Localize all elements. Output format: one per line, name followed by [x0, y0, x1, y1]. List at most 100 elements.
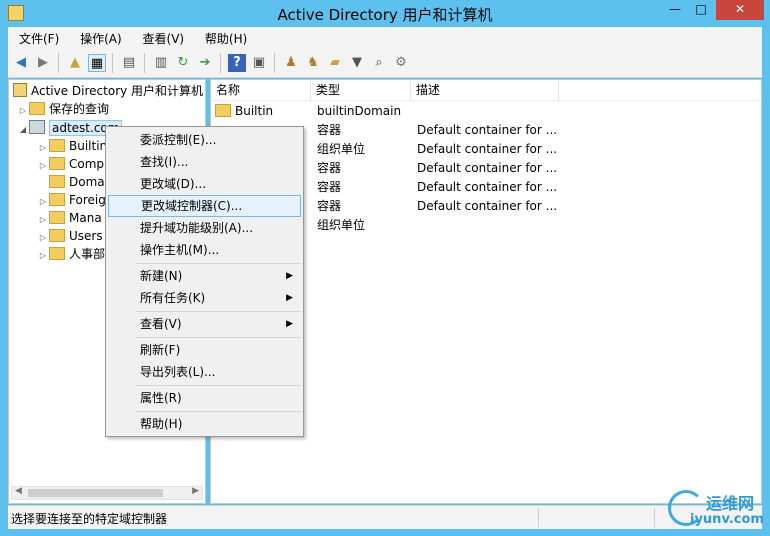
list-item-builtin[interactable]: Builtin: [215, 102, 273, 121]
folder-icon: [49, 211, 65, 224]
minimize-button[interactable]: —: [662, 0, 688, 20]
status-text: 选择要连接至的特定域控制器: [11, 512, 168, 526]
cell-type: 容器: [317, 161, 342, 175]
tree-item-computers[interactable]: ▷ Comp: [37, 155, 104, 173]
tree-horizontal-scrollbar[interactable]: ◀ ▶: [11, 486, 203, 500]
refresh-icon[interactable]: ↻: [174, 54, 192, 72]
menu-item-change-domain[interactable]: 更改域(D)...: [108, 173, 301, 195]
header-divider: [211, 100, 761, 101]
up-folder-icon[interactable]: ▲: [66, 54, 84, 72]
toolbar-separator: [58, 53, 59, 73]
scroll-thumb[interactable]: [28, 489, 163, 497]
cell-type: 容器: [317, 123, 342, 137]
menu-item-new[interactable]: 新建(N) ▶: [108, 265, 301, 287]
menu-item-find[interactable]: 查找(I)...: [108, 151, 301, 173]
toolbar-separator: [144, 53, 145, 73]
ou-folder-icon: [49, 247, 65, 260]
menu-item-properties[interactable]: 属性(R): [108, 387, 301, 409]
menu-item-help[interactable]: 帮助(H): [108, 413, 301, 435]
cell-name: Builtin: [235, 104, 274, 118]
menu-separator: [136, 385, 301, 386]
cell-type: builtinDomain: [317, 104, 402, 118]
column-header-type[interactable]: 类型: [311, 81, 411, 100]
tree-item-managed[interactable]: ▷ Mana: [37, 209, 102, 227]
mmc-window: Active Directory 用户和计算机 — □ ✕ 文件(F) 操作(A…: [0, 0, 770, 536]
scroll-left-icon[interactable]: ◀: [15, 486, 22, 496]
tree-item-label: Doma: [69, 175, 105, 189]
menu-item-view[interactable]: 查看(V) ▶: [108, 313, 301, 335]
folder-icon: [49, 229, 65, 242]
submenu-arrow-icon: ▶: [286, 271, 293, 281]
menu-item-change-domain-controller[interactable]: 更改域控制器(C)...: [108, 195, 301, 217]
cell-description: Default container for ...: [417, 123, 558, 137]
tree-item-builtin[interactable]: ▷ Builtin: [37, 137, 107, 155]
cell-type: 组织单位: [317, 218, 366, 232]
menu-item-refresh[interactable]: 刷新(F): [108, 339, 301, 361]
menu-item-operations-masters[interactable]: 操作主机(M)...: [108, 239, 301, 261]
expand-arrow-icon[interactable]: ▷: [37, 247, 49, 265]
menu-item-delegate-control[interactable]: 委派控制(E)...: [108, 129, 301, 151]
ad-root-icon: [13, 83, 27, 97]
menu-item-label: 所有任务(K): [140, 291, 206, 305]
toolbar-separator: [220, 53, 221, 73]
properties-icon[interactable]: ▤: [120, 54, 138, 72]
tree-root[interactable]: Active Directory 用户和计算机: [13, 82, 203, 100]
menu-item-label: 新建(N): [140, 269, 183, 283]
menu-file[interactable]: 文件(F): [8, 27, 65, 47]
tree-root-label: Active Directory 用户和计算机: [31, 84, 204, 98]
export-icon[interactable]: ➔: [196, 54, 214, 72]
menu-separator: [136, 311, 301, 312]
cell-type: 组织单位: [317, 142, 366, 156]
title-bar[interactable]: Active Directory 用户和计算机 — □ ✕: [0, 0, 770, 27]
column-header-name[interactable]: 名称: [211, 81, 311, 100]
menu-item-raise-functional-level[interactable]: 提升域功能级别(A)...: [108, 217, 301, 239]
menu-item-all-tasks[interactable]: 所有任务(K) ▶: [108, 287, 301, 309]
tree-item-users[interactable]: ▷ Users: [37, 227, 103, 245]
action-pane-icon[interactable]: ▣: [250, 54, 268, 72]
status-divider: [654, 508, 655, 527]
toolbar-separator: [112, 53, 113, 73]
help-icon[interactable]: ?: [228, 54, 246, 72]
domain-icon: [29, 120, 45, 134]
tree-item-hr[interactable]: ▷ 人事部: [37, 245, 105, 263]
folder-icon: [49, 139, 65, 152]
new-user-icon[interactable]: ♟: [282, 54, 300, 72]
folder-icon: [215, 104, 231, 117]
maximize-button[interactable]: □: [688, 0, 714, 20]
watermark-line2: iyunv.com: [690, 512, 764, 527]
add-to-group-icon[interactable]: ⚙: [392, 54, 410, 72]
column-header-description[interactable]: 描述: [411, 81, 559, 100]
menu-help[interactable]: 帮助(H): [194, 27, 253, 47]
export-list-icon[interactable]: ▥: [152, 54, 170, 72]
tree-item-domain-controllers[interactable]: Doma: [37, 173, 105, 191]
menu-item-label: 查看(V): [140, 317, 182, 331]
back-icon[interactable]: ◀: [12, 54, 30, 72]
menu-item-export-list[interactable]: 导出列表(L)...: [108, 361, 301, 383]
watermark-logo: 运维网 iyunv.com: [668, 488, 768, 532]
scroll-right-icon[interactable]: ▶: [192, 486, 199, 496]
folder-icon: [49, 157, 65, 170]
tree-item-label: Comp: [69, 157, 105, 171]
tree-item-foreign[interactable]: ▷ Foreig: [37, 191, 106, 209]
expand-arrow-icon[interactable]: ▷: [17, 102, 29, 120]
close-button[interactable]: ✕: [716, 0, 764, 20]
window-title: Active Directory 用户和计算机: [277, 6, 493, 24]
cell-type: 容器: [317, 180, 342, 194]
cell-description: Default container for ...: [417, 161, 558, 175]
status-bar: 选择要连接至的特定域控制器: [8, 505, 762, 529]
tree-item-label: 保存的查询: [49, 102, 110, 116]
tree-item-saved-queries[interactable]: ▷ 保存的查询: [17, 100, 109, 118]
filter-icon[interactable]: ▼: [348, 54, 366, 72]
new-ou-icon[interactable]: ▰: [326, 54, 344, 72]
tree-item-label: Mana: [69, 211, 102, 225]
find-icon[interactable]: ⌕: [370, 54, 388, 72]
menu-action[interactable]: 操作(A): [69, 27, 128, 47]
collapse-arrow-icon[interactable]: ◢: [17, 121, 29, 139]
cell-type: 容器: [317, 199, 342, 213]
show-console-tree-icon[interactable]: ▦: [88, 54, 106, 72]
cell-description: Default container for ...: [417, 180, 558, 194]
menu-view[interactable]: 查看(V): [132, 27, 191, 47]
new-group-icon[interactable]: ♞: [304, 54, 322, 72]
forward-icon[interactable]: ▶: [34, 54, 52, 72]
tree-item-label: Users: [69, 229, 103, 243]
